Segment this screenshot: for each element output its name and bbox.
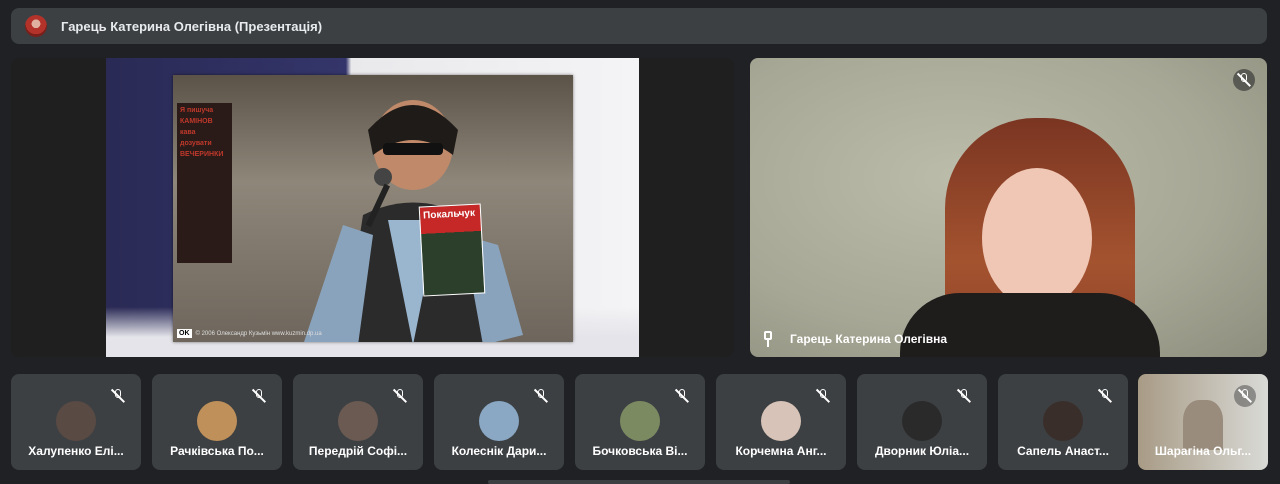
book-cover: Покальчук xyxy=(418,203,486,297)
avatar xyxy=(56,401,96,441)
poster-line: ВЕЧЕРИНКИ xyxy=(180,151,224,158)
participant-tile[interactable]: Колеснік Дари... xyxy=(434,374,564,470)
participant-name: Сапель Анаст... xyxy=(1017,444,1109,458)
mic-off-icon xyxy=(953,385,975,407)
slide-photo: Я пишуча КАМІНОВ кава дозувати ВЕЧЕРИНКИ… xyxy=(173,75,573,342)
mic-off-icon xyxy=(1233,69,1255,91)
photo-poster: Я пишуча КАМІНОВ кава дозувати ВЕЧЕРИНКИ xyxy=(177,103,232,263)
presentation-slide: Я пишуча КАМІНОВ кава дозувати ВЕЧЕРИНКИ… xyxy=(106,58,639,357)
speaker-tile[interactable]: Гарець Катерина Олегівна xyxy=(750,58,1267,357)
mic-off-icon xyxy=(389,385,411,407)
pin-icon[interactable] xyxy=(760,331,776,347)
participant-name: Колеснік Дари... xyxy=(451,444,547,458)
avatar xyxy=(197,401,237,441)
speaker-nameplate: Гарець Катерина Олегівна xyxy=(760,331,947,347)
avatar xyxy=(620,401,660,441)
presentation-tile[interactable]: Я пишуча КАМІНОВ кава дозувати ВЕЧЕРИНКИ… xyxy=(11,58,734,357)
avatar xyxy=(761,401,801,441)
book-title: Покальчук xyxy=(422,207,476,222)
participant-name: Дворник Юліа... xyxy=(874,444,970,458)
speaker-face xyxy=(982,168,1092,308)
credit-text: © 2006 Олександр Кузьмін www.kuzmin.dp.u… xyxy=(195,330,322,337)
participant-tile[interactable]: Корчемна Анг... xyxy=(716,374,846,470)
presentation-title: Гарець Катерина Олегівна (Презентація) xyxy=(61,18,323,34)
mic-off-icon xyxy=(1234,385,1256,407)
participant-name: Бочковська Ві... xyxy=(592,444,688,458)
participant-tile[interactable]: Рачківська По... xyxy=(152,374,282,470)
mic-off-icon xyxy=(812,385,834,407)
participant-tile[interactable]: Сапель Анаст... xyxy=(998,374,1128,470)
participant-tile[interactable]: Шарагіна Ольг... xyxy=(1138,374,1268,470)
poster-line: КАМІНОВ xyxy=(180,118,213,125)
participant-name: Рачківська По... xyxy=(170,444,264,458)
participant-tile[interactable]: Дворник Юліа... xyxy=(857,374,987,470)
avatar xyxy=(1183,400,1223,450)
photo-credit: OK © 2006 Олександр Кузьмін www.kuzmin.d… xyxy=(177,329,322,338)
avatar xyxy=(1043,401,1083,441)
participant-tile[interactable]: Бочковська Ві... xyxy=(575,374,705,470)
poster-line: Я пишуча xyxy=(180,107,214,114)
mic-off-icon xyxy=(1094,385,1116,407)
speaker-shoulders xyxy=(900,293,1160,357)
credit-logo: OK xyxy=(177,329,192,338)
participant-name: Передрій Софі... xyxy=(308,444,408,458)
mic-off-icon xyxy=(530,385,552,407)
presenter-avatar xyxy=(25,15,47,37)
participant-name: Шарагіна Ольг... xyxy=(1154,444,1252,458)
avatar xyxy=(902,401,942,441)
mic-off-icon xyxy=(107,385,129,407)
singer-figure xyxy=(304,100,523,342)
presentation-title-bar: Гарець Катерина Олегівна (Презентація) xyxy=(11,8,1267,44)
filmstrip-scrollbar[interactable] xyxy=(488,480,790,484)
avatar xyxy=(479,401,519,441)
poster-line: дозувати xyxy=(180,140,212,147)
avatar xyxy=(338,401,378,441)
mic-off-icon xyxy=(671,385,693,407)
participant-name: Корчемна Анг... xyxy=(735,444,827,458)
participant-tile[interactable]: Передрій Софі... xyxy=(293,374,423,470)
participant-tile[interactable]: Халупенко Елі... xyxy=(11,374,141,470)
participant-name: Халупенко Елі... xyxy=(28,444,124,458)
speaker-name: Гарець Катерина Олегівна xyxy=(790,332,948,346)
poster-line: кава xyxy=(180,129,196,136)
mic-off-icon xyxy=(248,385,270,407)
